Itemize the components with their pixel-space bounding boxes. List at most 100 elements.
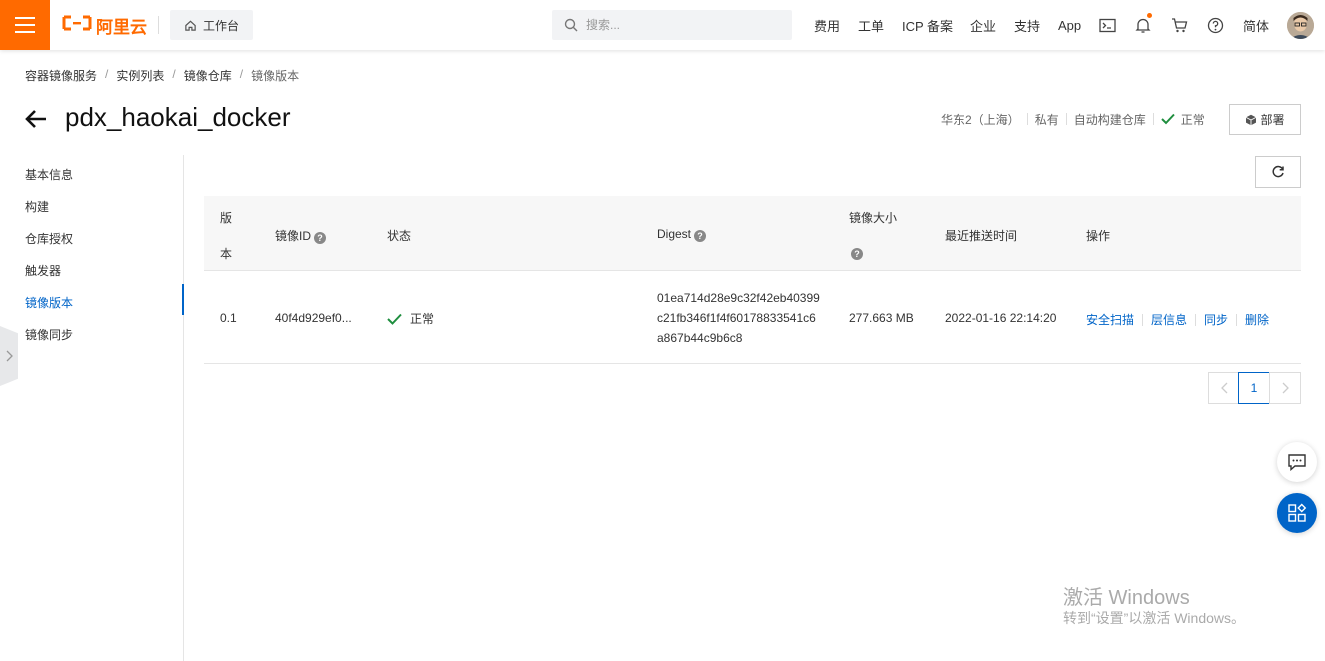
help-icon[interactable]: ?: [694, 230, 707, 242]
chevron-right-icon: [6, 350, 13, 362]
delete-link[interactable]: 删除: [1245, 313, 1269, 327]
meta-divider: [1065, 113, 1067, 125]
column-header-image-id: 镜像ID?: [275, 227, 327, 244]
chevron-left-icon: [1220, 382, 1227, 394]
repo-meta: 华东2（上海） 私有 自动构建仓库 正常: [941, 110, 1205, 128]
apps-icon: [1288, 503, 1307, 522]
help-icon[interactable]: ?: [314, 232, 327, 244]
deploy-label: 部署: [1260, 113, 1285, 127]
deploy-icon: [1246, 114, 1257, 125]
repo-status: 正常: [1180, 112, 1205, 127]
sidebar-collapse-handle[interactable]: [0, 326, 18, 386]
breadcrumb-item[interactable]: 实例列表: [116, 67, 164, 84]
refresh-button[interactable]: [1255, 156, 1301, 188]
security-scan-link[interactable]: 安全扫描: [1086, 313, 1134, 327]
cell-version: 0.1: [220, 311, 237, 325]
refresh-icon: [1272, 165, 1284, 178]
column-header-size: 镜像大小: [849, 211, 898, 225]
menu-line: [15, 31, 35, 33]
column-header-digest: Digest?: [657, 227, 707, 242]
feedback-button[interactable]: [1277, 442, 1317, 482]
workbench-button[interactable]: 工作台: [170, 10, 253, 40]
chat-icon: [1288, 454, 1306, 471]
bell-icon[interactable]: [1133, 13, 1153, 35]
cell-image-id: 40f4d929ef0...: [275, 311, 352, 325]
sidebar-item-basic-info[interactable]: 基本信息: [25, 166, 73, 183]
pagination-next-button[interactable]: [1269, 372, 1301, 404]
sidebar-item-build[interactable]: 构建: [25, 198, 49, 215]
sidebar-item-image-versions[interactable]: 镜像版本: [25, 294, 73, 311]
top-bar: 阿里云 工作台 费用 工单 ICP 备案 企业 支持 App 简体: [0, 0, 1325, 50]
menu-line: [15, 24, 35, 26]
activation-watermark-title: 激活 Windows: [1063, 587, 1190, 609]
help-icon[interactable]: ?: [851, 248, 863, 260]
cell-actions: 安全扫描 层信息 同步 删除: [1086, 311, 1269, 328]
action-divider: [1195, 314, 1197, 326]
nav-enterprise[interactable]: 企业: [970, 0, 996, 50]
breadcrumb: 容器镜像服务 / 实例列表 / 镜像仓库 / 镜像版本: [25, 67, 299, 84]
workbench-label: 工作台: [202, 18, 239, 33]
status-text: 正常: [410, 312, 435, 326]
column-header-digest-label: Digest: [657, 227, 692, 241]
quick-apps-button[interactable]: [1277, 493, 1317, 533]
aliyun-logo-text: 阿里云: [96, 17, 147, 37]
aliyun-logo[interactable]: 阿里云: [62, 13, 147, 37]
sidebar: 基本信息 构建 仓库授权 触发器 镜像版本 镜像同步: [0, 155, 184, 661]
column-header-image-id-label: 镜像ID: [275, 229, 312, 243]
column-header-status: 状态: [387, 229, 412, 243]
breadcrumb-separator: /: [105, 67, 109, 81]
breadcrumb-current: 镜像版本: [251, 69, 300, 83]
logo-divider: [158, 16, 159, 34]
layer-info-link[interactable]: 层信息: [1151, 313, 1187, 327]
terminal-icon[interactable]: [1097, 15, 1117, 35]
chevron-right-icon: [1282, 382, 1289, 394]
deploy-button[interactable]: 部署: [1229, 104, 1301, 135]
help-icon[interactable]: [1205, 15, 1225, 35]
breadcrumb-item[interactable]: 镜像仓库: [184, 67, 232, 84]
cell-status: 正常: [387, 310, 434, 327]
breadcrumb-item[interactable]: 容器镜像服务: [25, 67, 97, 84]
home-icon: [185, 20, 196, 31]
page-title: pdx_haokai_docker: [65, 102, 291, 132]
cell-size: 277.663 MB: [849, 311, 914, 325]
sync-link[interactable]: 同步: [1204, 313, 1228, 327]
nav-app[interactable]: App: [1058, 0, 1081, 50]
cell-digest: 01ea714d28e9c32f42eb40399 c21fb346f1f4f6…: [657, 288, 820, 348]
back-arrow-icon[interactable]: [24, 107, 48, 131]
column-header-size-help: ?: [851, 245, 863, 260]
column-header-pushed-time: 最近推送时间: [945, 229, 1018, 243]
menu-toggle-button[interactable]: [0, 0, 50, 50]
menu-line: [15, 17, 35, 19]
search-input[interactable]: [586, 18, 776, 32]
column-header-version: 本: [220, 247, 233, 261]
breadcrumb-separator: /: [172, 67, 176, 81]
aliyun-logo-mark: [62, 14, 92, 37]
sidebar-item-triggers[interactable]: 触发器: [25, 262, 61, 279]
region-label: 华东2（上海）: [941, 112, 1020, 127]
sidebar-item-image-sync[interactable]: 镜像同步: [25, 326, 73, 343]
meta-divider: [1152, 113, 1154, 125]
nav-icp[interactable]: ICP 备案: [902, 0, 953, 50]
activation-watermark-subtitle: 转到“设置”以激活 Windows。: [1063, 610, 1246, 626]
table-row: 0.1 40f4d929ef0... 正常 01ea714d28e9c32f42…: [204, 271, 1301, 364]
search-box[interactable]: [552, 10, 792, 40]
table-header: 版 本 镜像ID? 状态 Digest? 镜像大小 ? 最近推送时间 操作: [204, 196, 1301, 271]
sidebar-item-repo-auth[interactable]: 仓库授权: [25, 230, 73, 247]
digest-line: c21fb346f1f4f60178833541c6: [657, 311, 816, 325]
pagination-prev-button[interactable]: [1208, 372, 1240, 404]
column-header-version: 版: [220, 211, 233, 225]
build-type-label: 自动构建仓库: [1073, 112, 1146, 127]
digest-line: 01ea714d28e9c32f42eb40399: [657, 291, 820, 305]
nav-billing[interactable]: 费用: [814, 0, 840, 50]
nav-support[interactable]: 支持: [1014, 0, 1040, 50]
cell-pushed-time: 2022-01-16 22:14:20: [945, 311, 1057, 325]
pagination-page[interactable]: 1: [1238, 372, 1270, 404]
breadcrumb-separator: /: [239, 67, 244, 81]
language-switch[interactable]: 简体: [1243, 0, 1269, 50]
nav-tickets[interactable]: 工单: [858, 0, 884, 50]
avatar[interactable]: [1287, 12, 1314, 39]
cart-icon[interactable]: [1169, 15, 1189, 35]
meta-divider: [1026, 113, 1028, 125]
search-icon: [564, 18, 578, 32]
check-icon: [1161, 113, 1175, 125]
